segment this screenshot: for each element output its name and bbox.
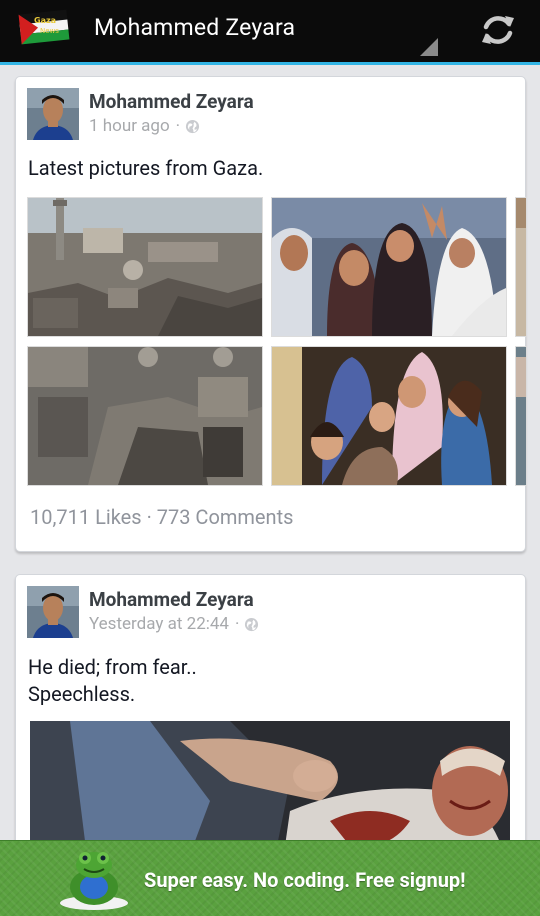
app-logo-icon[interactable]: Gaza News — [18, 8, 70, 46]
meta-separator: · — [234, 614, 240, 634]
photo-thumbnail[interactable] — [271, 346, 507, 486]
photo-rubble-city — [28, 198, 262, 336]
post-text-line: Latest pictures from Gaza. — [28, 156, 264, 180]
post-text: He died; from fear.. Speechless. — [28, 654, 197, 708]
avatar[interactable] — [27, 586, 79, 638]
post-text-line: Speechless. — [28, 682, 136, 706]
svg-text:News: News — [40, 27, 59, 35]
photo-thumbnail[interactable] — [27, 346, 263, 486]
avatar[interactable] — [27, 88, 79, 140]
photo-thumbnail[interactable] — [271, 197, 507, 337]
photo-thumbnail-partial[interactable] — [515, 197, 527, 337]
photo-thumbnail[interactable] — [27, 197, 263, 337]
post-author[interactable]: Mohammed Zeyara — [89, 90, 254, 113]
accent-divider — [0, 62, 540, 65]
photo-partial — [516, 347, 526, 485]
post-card: Mohammed Zeyara Yesterday at 22:44 · He … — [15, 574, 526, 876]
globe-icon — [245, 617, 259, 631]
photo-grieving-women — [272, 198, 506, 336]
post-meta: 1 hour ago · — [89, 116, 200, 136]
post-text-line: He died; from fear.. — [28, 655, 197, 679]
photo-partial — [516, 198, 526, 336]
avatar-portrait-icon — [27, 586, 79, 638]
post-card: Mohammed Zeyara 1 hour ago · Latest pict… — [15, 76, 527, 552]
post-author[interactable]: Mohammed Zeyara — [89, 588, 254, 611]
avatar-portrait-icon — [27, 88, 79, 140]
post-timestamp[interactable]: 1 hour ago — [89, 116, 170, 136]
photo-thumbnail-partial[interactable] — [515, 346, 527, 486]
post-meta: Yesterday at 22:44 · — [89, 614, 259, 634]
svg-text:Gaza: Gaza — [34, 16, 56, 25]
photo-destroyed-buildings — [28, 347, 262, 485]
post-stats[interactable]: 10,711 Likes · 773 Comments — [30, 505, 293, 529]
dropdown-indicator-icon[interactable] — [420, 38, 438, 56]
frog-mascot-icon — [60, 852, 128, 910]
meta-separator: · — [175, 116, 181, 136]
ad-banner-text: Super easy. No coding. Free signup! — [144, 868, 466, 892]
globe-icon — [186, 119, 200, 133]
post-timestamp[interactable]: Yesterday at 22:44 — [89, 614, 229, 634]
refresh-icon[interactable] — [478, 10, 518, 50]
photo-crying-children — [272, 347, 506, 485]
action-bar: Gaza News Mohammed Zeyara — [0, 0, 540, 62]
ad-banner[interactable]: Super easy. No coding. Free signup! — [0, 840, 540, 916]
post-text: Latest pictures from Gaza. — [28, 155, 263, 182]
app-title: Mohammed Zeyara — [94, 14, 296, 41]
